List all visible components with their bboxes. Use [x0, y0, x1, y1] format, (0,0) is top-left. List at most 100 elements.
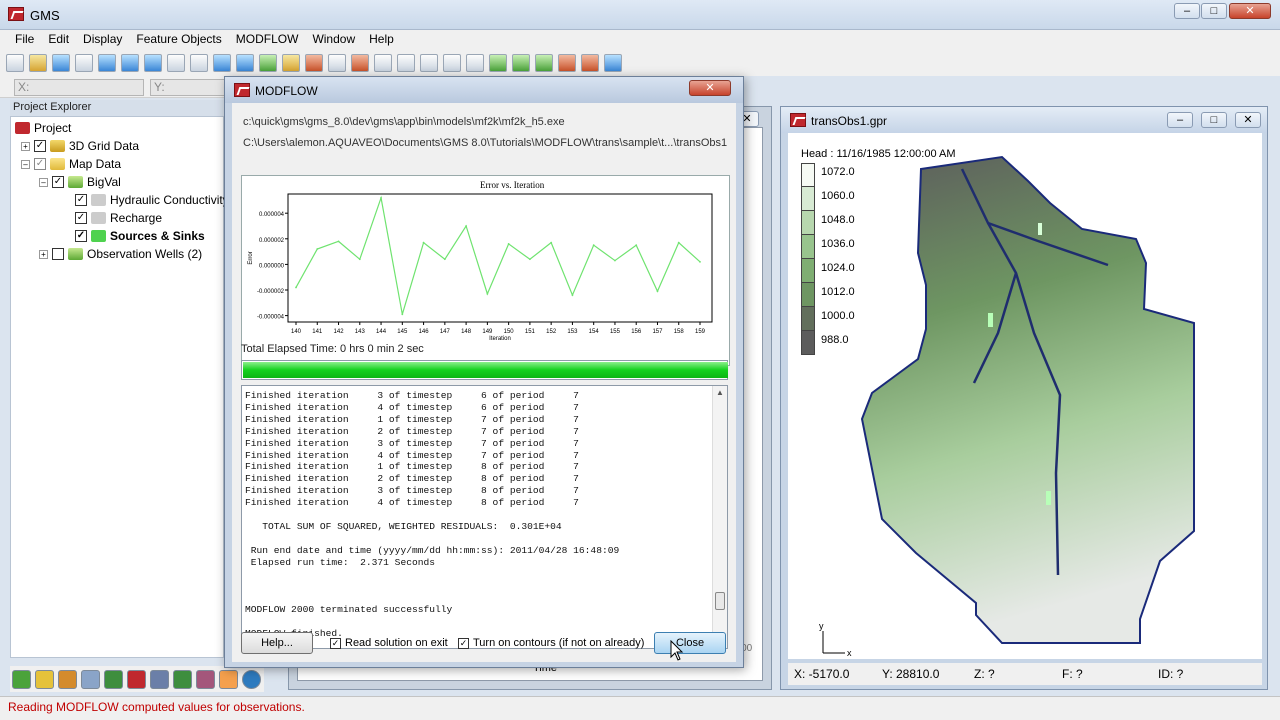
- menu-modflow[interactable]: MODFLOW: [229, 30, 306, 50]
- calculator-icon[interactable]: [374, 54, 392, 72]
- checkbox[interactable]: ✓: [75, 230, 87, 242]
- checkbox[interactable]: ✓: [34, 140, 46, 152]
- tree-item-project[interactable]: Project: [15, 121, 71, 135]
- maximize-button[interactable]: □: [1201, 3, 1227, 19]
- select-icon[interactable]: [397, 54, 415, 72]
- cube-view-icon[interactable]: [98, 54, 116, 72]
- collapse-icon[interactable]: –: [39, 177, 48, 187]
- expand-icon[interactable]: +: [39, 249, 48, 259]
- menu-help[interactable]: Help: [362, 30, 401, 50]
- rotate-icon[interactable]: [190, 54, 208, 72]
- x-tick-label: 141: [312, 329, 323, 335]
- project-explorer-header: Project Explorer: [10, 100, 224, 116]
- dialog-close-button[interactable]: ✕: [689, 80, 731, 96]
- gms-logo-icon: [234, 83, 250, 97]
- checkbox[interactable]: ✓: [34, 158, 46, 170]
- minimize-button[interactable]: –: [1174, 3, 1200, 19]
- error-data-point: [677, 241, 680, 244]
- color-palette-icon[interactable]: [351, 54, 369, 72]
- menu-window[interactable]: Window: [305, 30, 362, 50]
- create-polygon-icon[interactable]: [558, 54, 576, 72]
- menu-display[interactable]: Display: [76, 30, 129, 50]
- grid-3d-icon[interactable]: [173, 669, 192, 689]
- help-button[interactable]: Help...: [241, 632, 313, 654]
- frame-icon[interactable]: [236, 54, 254, 72]
- collapse-icon[interactable]: –: [21, 159, 30, 169]
- tree-item-label: Hydraulic Conductivity: [110, 193, 229, 207]
- new-file-icon[interactable]: [6, 54, 24, 72]
- info-icon[interactable]: [213, 54, 231, 72]
- x-coordinate-field[interactable]: [14, 79, 144, 96]
- mesh-3d-icon[interactable]: [150, 669, 169, 689]
- error-data-point: [358, 258, 361, 261]
- tree-item-observation-wells[interactable]: + Observation Wells (2): [39, 247, 202, 261]
- tree-item-hydraulic-conductivity[interactable]: ✓ Hydraulic Conductivity: [75, 193, 229, 207]
- tree-item-label: BigVal: [87, 175, 121, 189]
- close-button[interactable]: ✕: [1229, 3, 1271, 19]
- contours-checkbox[interactable]: ✓ Turn on contours (if not on already): [458, 637, 644, 649]
- x-tick-label: 145: [397, 329, 408, 335]
- tree-item-3d-grid-data[interactable]: + ✓ 3D Grid Data: [21, 139, 139, 153]
- select-multi-icon[interactable]: [420, 54, 438, 72]
- map-close-button[interactable]: ✕: [1235, 112, 1261, 128]
- checkbox[interactable]: ✓: [52, 176, 64, 188]
- tree-item-map-data[interactable]: – ✓ Map Data: [21, 157, 121, 171]
- light-icon[interactable]: [282, 54, 300, 72]
- side-view-icon[interactable]: [121, 54, 139, 72]
- gis-module-icon[interactable]: [242, 669, 261, 689]
- map-minimize-button[interactable]: –: [1167, 112, 1193, 128]
- grid-frame-icon[interactable]: [489, 54, 507, 72]
- map-module-icon[interactable]: [219, 669, 238, 689]
- expand-icon[interactable]: +: [21, 141, 30, 151]
- menu-edit[interactable]: Edit: [41, 30, 76, 50]
- log-scrollbar[interactable]: ▲ ▼: [712, 386, 727, 648]
- tree-item-sources-sinks[interactable]: ✓ Sources & Sinks: [75, 229, 205, 243]
- tin-module-icon[interactable]: [12, 669, 31, 689]
- elapsed-time: Total Elapsed Time: 0 hrs 0 min 2 sec: [241, 343, 424, 355]
- oblique-view-icon[interactable]: [167, 54, 185, 72]
- checkbox[interactable]: ✓: [330, 637, 341, 649]
- output-log[interactable]: Finished iteration 3 of timestep 6 of pe…: [241, 385, 728, 649]
- scroll-thumb[interactable]: [715, 592, 725, 610]
- create-node-icon[interactable]: [512, 54, 530, 72]
- create-point-icon[interactable]: [581, 54, 599, 72]
- solid-module-icon[interactable]: [58, 669, 77, 689]
- refresh-icon[interactable]: [259, 54, 277, 72]
- close-dialog-button[interactable]: Close: [654, 632, 726, 654]
- map-tool-icon[interactable]: [604, 54, 622, 72]
- print-icon[interactable]: [75, 54, 93, 72]
- map-canvas[interactable]: y x: [788, 133, 1262, 659]
- save-icon[interactable]: [52, 54, 70, 72]
- checkbox[interactable]: [52, 248, 64, 260]
- open-folder-icon[interactable]: [29, 54, 47, 72]
- zoom-icon[interactable]: [466, 54, 484, 72]
- scroll-up-icon[interactable]: ▲: [716, 388, 724, 397]
- menu-feature-objects[interactable]: Feature Objects: [129, 30, 228, 50]
- tree-item-recharge[interactable]: ✓ Recharge: [75, 211, 162, 225]
- error-data-point: [656, 290, 659, 293]
- map-view[interactable]: Head : 11/16/1985 12:00:00 AM 1072.0 1060…: [788, 133, 1262, 659]
- borehole-module-icon[interactable]: [35, 669, 54, 689]
- read-solution-label: Read solution on exit: [345, 637, 448, 649]
- map-maximize-button[interactable]: □: [1201, 112, 1227, 128]
- x-tick-label: 159: [695, 329, 706, 335]
- read-solution-checkbox[interactable]: ✓ Read solution on exit: [330, 637, 448, 649]
- scatter-2d-icon[interactable]: [127, 669, 146, 689]
- tree-item-label: 3D Grid Data: [69, 139, 140, 153]
- x-coordinate-label: X:: [18, 80, 30, 94]
- x-tick-label: 152: [546, 329, 557, 335]
- checkbox[interactable]: ✓: [458, 637, 469, 649]
- scatter-3d-icon[interactable]: [196, 669, 215, 689]
- checkbox[interactable]: ✓: [75, 212, 87, 224]
- menu-file[interactable]: File: [8, 30, 41, 50]
- front-view-icon[interactable]: [144, 54, 162, 72]
- chart-icon[interactable]: [305, 54, 323, 72]
- tree-item-bigval[interactable]: – ✓ BigVal: [39, 175, 121, 189]
- checkbox[interactable]: ✓: [75, 194, 87, 206]
- error-vs-iteration-chart: Error vs. Iteration 0.000004 0.000002 0.000…: [248, 180, 713, 342]
- grid-2d-icon[interactable]: [104, 669, 123, 689]
- mesh-2d-icon[interactable]: [81, 669, 100, 689]
- zoom-extents-icon[interactable]: [443, 54, 461, 72]
- movie-icon[interactable]: [328, 54, 346, 72]
- create-arc-icon[interactable]: [535, 54, 553, 72]
